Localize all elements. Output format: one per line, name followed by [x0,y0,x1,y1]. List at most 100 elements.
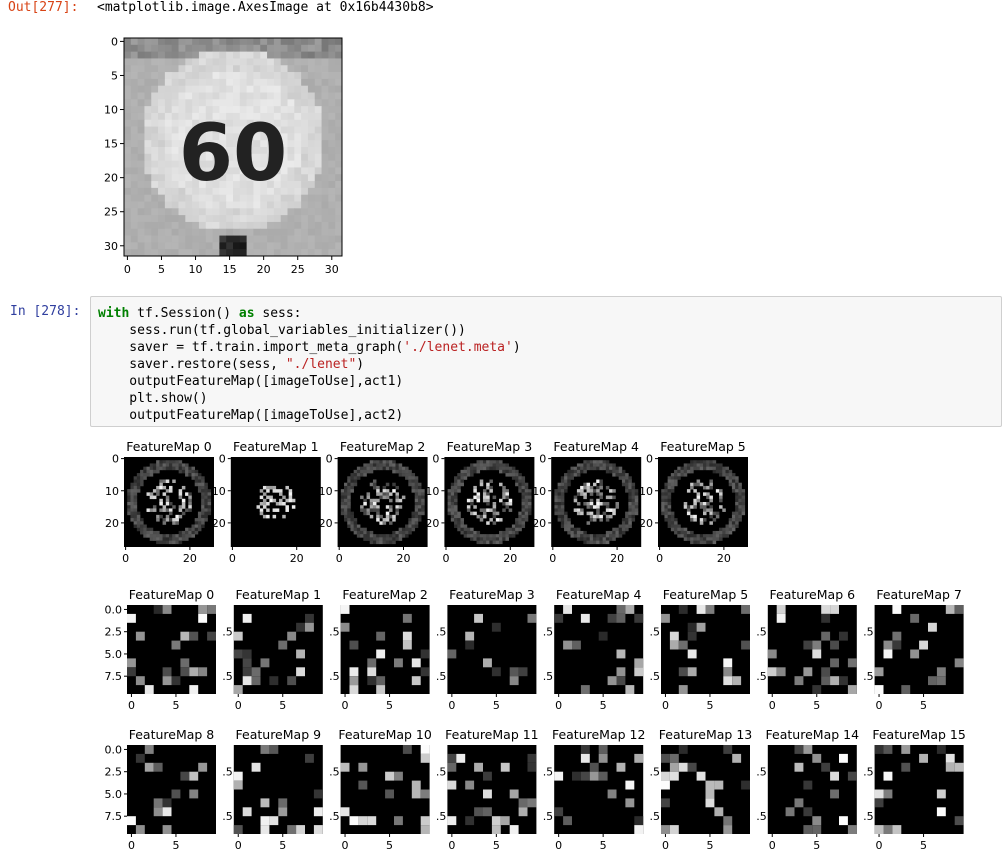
feature-map-panel: FeatureMap 80.02.55.07.50 5 [105,727,216,852]
activation-cell [344,518,348,522]
activation-cell [738,495,742,500]
activation-cell [201,502,205,506]
y-tick-label-clipped: .5 [436,810,447,823]
activation-cell [625,489,629,493]
activation-cell [130,485,134,490]
activation-cell [583,495,587,500]
activation-cell [527,505,532,509]
pixel [301,215,309,223]
pixel [124,221,132,230]
activation-cell [511,524,516,529]
pixel [314,187,322,196]
activation-cell [385,537,390,541]
activation-cell [634,816,644,826]
pixel [130,119,139,127]
activation-cell [152,505,157,509]
activation-cell [723,745,733,754]
pixel [212,249,220,257]
activation-cell [385,463,390,467]
activation-cell [596,489,600,493]
activation-cell [401,466,406,471]
pixel [185,215,193,223]
activation-cell [709,498,713,503]
pixel [124,228,132,236]
y-tick-label-clipped: .5 [222,766,233,779]
activation-cell [596,466,600,471]
activation-cell [612,463,616,467]
activation-cell [207,631,216,641]
activation-cell [366,530,371,535]
activation-cell [350,521,354,525]
activation-cell [392,482,396,487]
activation-cell [715,466,720,471]
activation-cell [527,489,532,493]
activation-cell [233,631,243,641]
activation-cell [618,524,623,529]
pixel [294,65,302,73]
activation-cell [363,530,367,535]
activation-cell [127,502,131,506]
activation-cell [389,537,393,541]
activation-cell [188,530,192,535]
activation-cell [634,502,639,506]
code-token: ) [512,340,521,355]
activation-cell [197,482,202,487]
activation-cell [705,605,715,614]
activation-cell [524,485,529,490]
pixel [273,72,282,80]
activation-cell [683,537,688,541]
activation-cell [583,537,587,541]
activation-cell [589,537,594,541]
activation-cell [178,540,183,545]
pixel [144,235,152,243]
activation-cell [130,489,134,493]
pixel [321,126,329,134]
code-editor[interactable]: with tf.Session() as sess: sess.run(tf.g… [98,305,521,424]
activation-cell [466,466,471,471]
pixel [233,99,241,107]
activation-cell [450,514,455,519]
activation-cell [146,527,151,532]
pixel [321,99,329,107]
activation-cell [181,466,186,471]
activation-cell [690,485,694,490]
code-cell[interactable]: with tf.Session() as sess: sess.run(tf.g… [90,296,1002,427]
activation-cell [165,460,170,464]
activation-cell [140,473,144,477]
pixel [267,58,275,66]
pixel [321,153,329,162]
activation-cell [661,798,670,808]
activation-cell [389,540,393,545]
activation-cell [191,473,196,477]
pixel [144,181,152,189]
activation-cell [625,485,629,490]
activation-cell [181,502,186,506]
pixel [239,85,248,93]
activation-cell [159,502,163,506]
activation-cell [508,469,513,474]
activation-cell [502,485,506,490]
activation-cell [353,469,358,474]
activation-cell [460,469,464,474]
activation-cell [447,816,457,826]
activation-cell [159,498,163,503]
activation-cell [524,489,529,493]
pixel [294,160,302,168]
activation-cell [699,537,704,541]
activation-cell [892,825,902,834]
activation-cell [803,667,813,677]
activation-cell [892,605,902,614]
activation-cell [486,502,490,506]
x-tick-label: 5 [279,699,286,712]
activation-cell [696,463,701,467]
pixel [301,85,309,93]
activation-cell [398,537,403,541]
activation-cell [275,502,280,506]
activation-cell [703,485,707,490]
activation-cell [589,534,594,538]
pixel [130,78,139,87]
activation-cell [489,518,493,522]
activation-cell [382,463,387,467]
activation-cell [172,466,176,471]
activation-cell [690,530,694,535]
